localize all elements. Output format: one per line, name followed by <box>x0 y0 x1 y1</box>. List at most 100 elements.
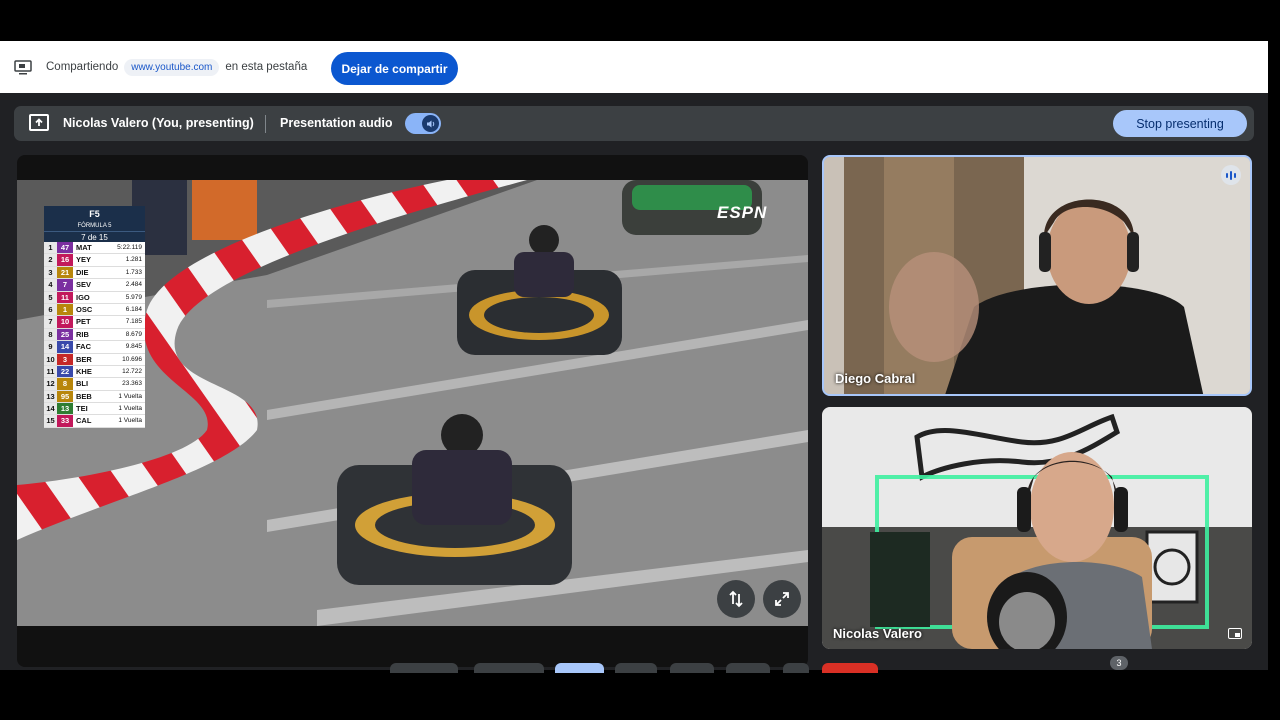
standings-row: 9 14 FAC 9.845 <box>44 341 145 354</box>
standings-row: 10 3 BER 10.696 <box>44 353 145 366</box>
swap-arrows-icon <box>729 590 743 608</box>
participant-video-nicolas <box>822 407 1252 649</box>
standing-position: 9 <box>44 341 57 353</box>
standings-row: 12 8 BLI 23.363 <box>44 378 145 391</box>
participant-tile-nicolas[interactable]: Nicolas Valero <box>822 407 1252 649</box>
standing-position: 3 <box>44 266 57 279</box>
driver-code: KHE <box>76 366 92 376</box>
participant-name: Nicolas Valero <box>833 626 922 641</box>
driver-number: 13 <box>57 403 73 415</box>
driver-code: YEY <box>76 255 92 265</box>
driver-code: OSC <box>76 304 93 314</box>
participant-video-diego <box>824 157 1250 394</box>
driver-number: 8 <box>57 378 73 390</box>
driver-code: BLI <box>76 379 89 389</box>
participant-name: Diego Cabral <box>835 371 916 386</box>
meet-stage: Nicolas Valero (You, presenting) Present… <box>0 93 1268 670</box>
driver-gap: 2.484 <box>125 281 142 289</box>
standing-position: 1 <box>44 242 57 254</box>
driver-code: PET <box>76 317 91 327</box>
stop-sharing-button[interactable]: Dejar de compartir <box>331 52 458 85</box>
control-dock-area <box>0 670 1280 720</box>
driver-gap: 8.679 <box>125 330 142 338</box>
sharing-status: Compartiendo www.youtube.com en esta pes… <box>46 41 307 93</box>
standings-row: 14 13 TEI 1 Vuelta <box>44 403 145 416</box>
standing-position: 12 <box>44 378 57 390</box>
dock-button[interactable] <box>390 663 458 673</box>
driver-number: 10 <box>57 316 73 328</box>
standings-row: 15 33 CAL 1 Vuelta <box>44 415 145 428</box>
leave-call-button[interactable] <box>822 663 878 673</box>
sharebar-edge <box>1268 41 1280 93</box>
series-name: FÓRMULA 5 <box>44 222 145 231</box>
driver-code: CAL <box>76 416 92 426</box>
shared-url-chip: www.youtube.com <box>124 58 220 76</box>
standings-row: 8 25 RIB 8.679 <box>44 328 145 342</box>
fullscreen-button[interactable] <box>763 580 801 618</box>
standings-row: 3 21 DIE 1.733 <box>44 266 145 280</box>
shared-screen-panel: ESPN F5 FÓRMULA 5 7 de 15 1 47 MAT 5:22.119… <box>17 155 808 667</box>
participant-count-badge: 3 <box>1110 656 1128 670</box>
swap-view-button[interactable] <box>717 580 755 618</box>
driver-gap: 1.733 <box>125 268 142 276</box>
presentation-audio-toggle[interactable] <box>405 113 441 134</box>
driver-gap: 7.185 <box>125 318 142 326</box>
stop-presenting-button[interactable]: Stop presenting <box>1113 110 1247 137</box>
driver-number: 1 <box>57 303 73 316</box>
standings-list: 1 47 MAT 5:22.119 2 16 YEY 1.281 3 21 DIE 1.733 4 7 SE… <box>44 242 145 428</box>
driver-number: 14 <box>57 341 73 353</box>
participant-tile-diego[interactable]: Diego Cabral <box>822 155 1252 396</box>
screen-share-icon <box>14 60 32 75</box>
driver-number: 3 <box>57 353 73 365</box>
volume-icon <box>422 115 439 132</box>
dock-button[interactable] <box>726 663 770 673</box>
driver-number: 16 <box>57 254 73 266</box>
standings-row: 2 16 YEY 1.281 <box>44 254 145 267</box>
driver-number: 25 <box>57 328 73 341</box>
driver-gap: 10.696 <box>122 355 142 363</box>
driver-code: BEB <box>76 391 92 401</box>
driver-number: 33 <box>57 415 73 427</box>
driver-gap: 1.281 <box>125 256 142 264</box>
speaking-indicator-icon <box>1221 165 1241 185</box>
standing-position: 7 <box>44 316 57 328</box>
dock-button[interactable] <box>615 663 657 673</box>
dock-button[interactable] <box>783 663 809 673</box>
standing-position: 14 <box>44 403 57 415</box>
standings-row: 5 11 IGO 5.979 <box>44 291 145 304</box>
driver-code: DIE <box>76 267 89 277</box>
standings-row: 6 1 OSC 6.184 <box>44 303 145 317</box>
present-upload-icon <box>29 114 49 131</box>
driver-gap: 1 Vuelta <box>118 405 142 413</box>
dock-button[interactable] <box>474 663 544 673</box>
standing-position: 5 <box>44 291 57 303</box>
driver-code: FAC <box>76 342 91 352</box>
dock-button-active[interactable] <box>555 663 604 673</box>
sharing-prefix: Compartiendo <box>46 61 119 73</box>
standing-position: 6 <box>44 303 57 316</box>
series-logo: F5 <box>44 206 145 222</box>
driver-number: 7 <box>57 279 73 291</box>
driver-code: BER <box>76 354 92 364</box>
expand-icon <box>775 592 789 606</box>
driver-gap: 5.979 <box>125 293 142 301</box>
driver-gap: 6.184 <box>125 305 142 313</box>
standing-position: 8 <box>44 328 57 341</box>
driver-number: 47 <box>57 242 73 254</box>
screen: Compartiendo www.youtube.com en esta pes… <box>0 0 1280 720</box>
driver-code: IGO <box>76 292 90 302</box>
standings-row: 4 7 SEV 2.484 <box>44 279 145 292</box>
driver-code: SEV <box>76 280 92 290</box>
standing-position: 10 <box>44 353 57 365</box>
tab-sharing-bar: Compartiendo www.youtube.com en esta pes… <box>0 41 1268 93</box>
standings-row: 7 10 PET 7.185 <box>44 316 145 329</box>
standing-position: 13 <box>44 390 57 403</box>
lap-counter: 7 de 15 <box>44 231 145 242</box>
driver-code: TEI <box>76 404 88 414</box>
driver-code: RIB <box>76 329 89 339</box>
shared-video-frame: ESPN F5 FÓRMULA 5 7 de 15 1 47 MAT 5:22.119… <box>17 180 808 626</box>
dock-button[interactable] <box>670 663 714 673</box>
standing-position: 15 <box>44 415 57 427</box>
picture-in-picture-icon[interactable] <box>1228 628 1242 639</box>
standings-row: 11 22 KHE 12.722 <box>44 365 145 379</box>
